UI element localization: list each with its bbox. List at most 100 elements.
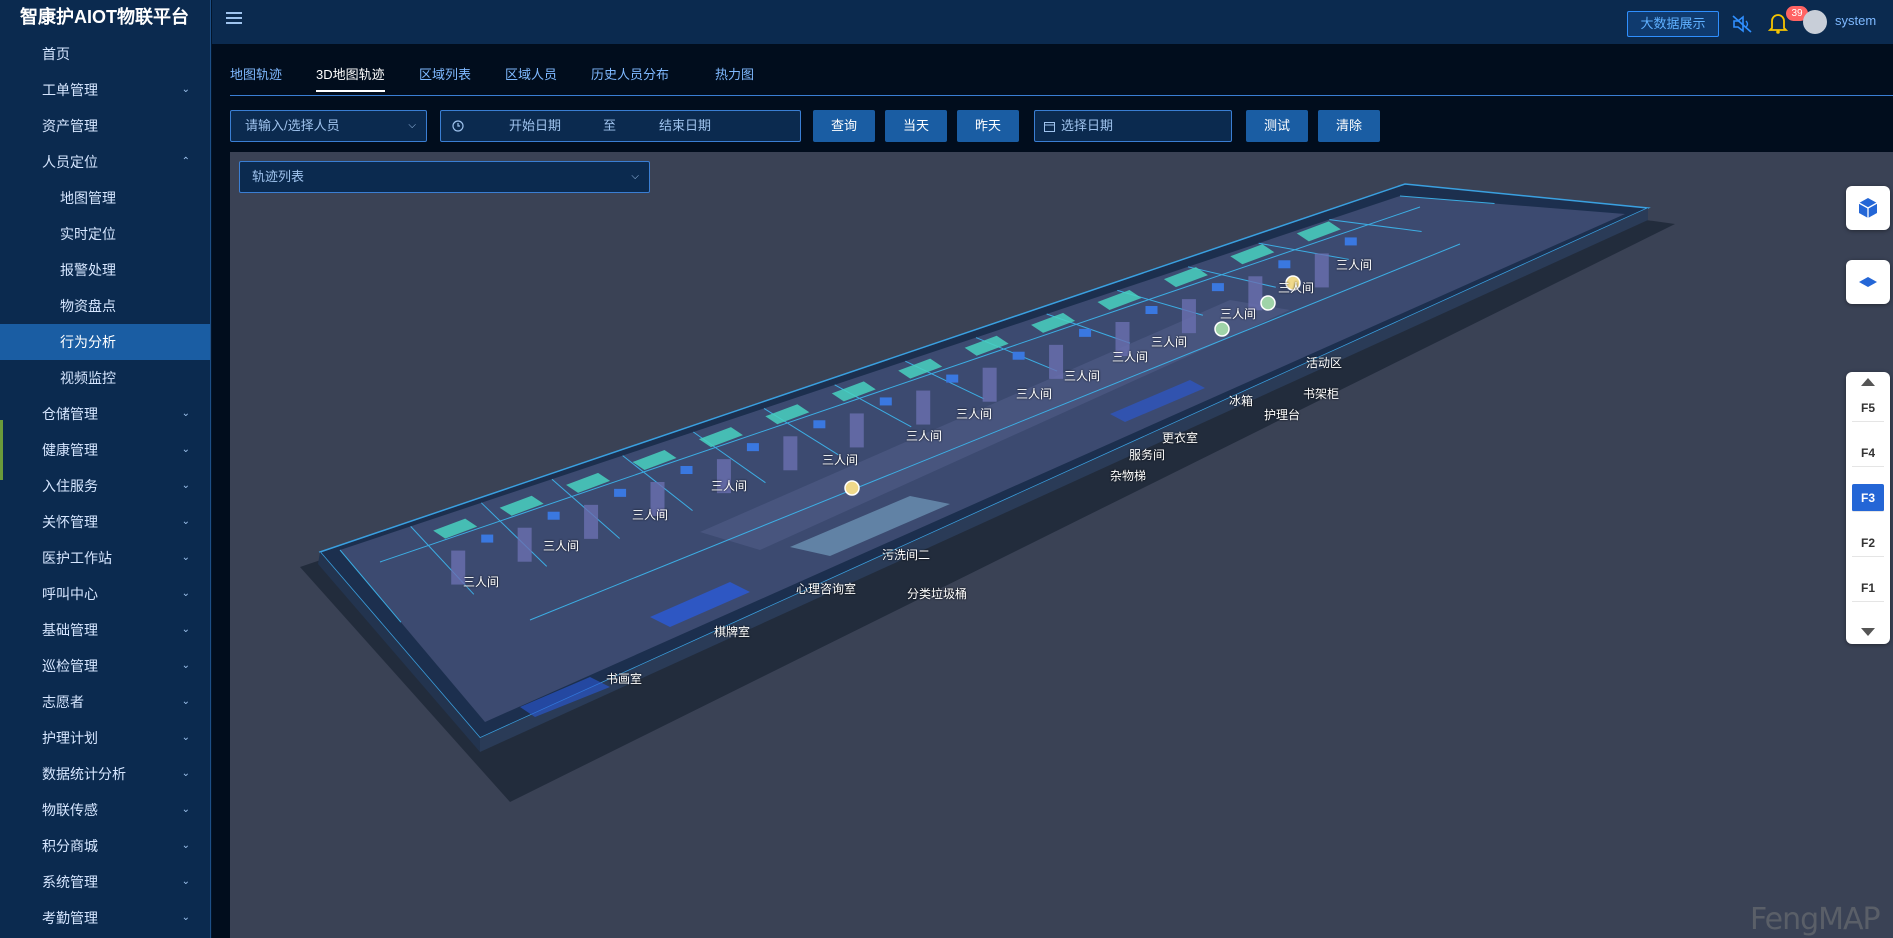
room-label[interactable]: 三人间 bbox=[711, 477, 747, 494]
chevron-down-icon: ⌄ bbox=[181, 480, 190, 491]
room-label[interactable]: 三人间 bbox=[1336, 256, 1372, 273]
test-button[interactable]: 测试 bbox=[1246, 110, 1308, 142]
sidebar-item[interactable]: 积分商城 ⌄ bbox=[0, 828, 210, 864]
sidebar-item[interactable]: 基础管理 ⌄ bbox=[0, 612, 210, 648]
today-button[interactable]: 当天 bbox=[885, 110, 947, 142]
date-range-picker[interactable]: 开始日期 至 结束日期 bbox=[440, 110, 801, 142]
room-label[interactable]: 书画室 bbox=[606, 670, 642, 687]
user-avatar[interactable] bbox=[1803, 10, 1827, 34]
sidebar: 智康护AIOT物联平台 首页工单管理 ⌄ 资产管理 人员定位 ⌃ 地图管理 实时定位 报警处理… bbox=[0, 0, 211, 938]
room-label[interactable]: 服务间 bbox=[1129, 446, 1165, 463]
room-label[interactable]: 护理台 bbox=[1264, 406, 1300, 423]
tab-history-distribution[interactable]: 历史人员分布 bbox=[591, 64, 669, 96]
sidebar-item[interactable]: 人员定位 ⌃ bbox=[0, 144, 210, 180]
map-3d-view[interactable]: 轨迹列表 ⌵ 三人间 三人间 三人间 三人间 三人间 三人间 三人间 三人间 三… bbox=[230, 152, 1893, 938]
chevron-down-icon: ⌄ bbox=[181, 552, 190, 563]
sidebar-item[interactable]: 仓储管理 ⌄ bbox=[0, 396, 210, 432]
floor-up-icon[interactable] bbox=[1861, 378, 1875, 386]
floor-f2[interactable]: F2 bbox=[1852, 529, 1884, 557]
chevron-down-icon: ⌵ bbox=[408, 120, 416, 131]
sidebar-item[interactable]: 视频监控 bbox=[0, 360, 210, 396]
floor-f1[interactable]: F1 bbox=[1852, 574, 1884, 602]
floor-f3[interactable]: F3 bbox=[1852, 484, 1884, 512]
bigdata-display-button[interactable]: 大数据展示 bbox=[1627, 11, 1719, 37]
main-content: 地图轨迹 3D地图轨迹 区域列表 区域人员 历史人员分布 热力图 请输入/选择人… bbox=[212, 44, 1893, 938]
sidebar-item[interactable]: 数据统计分析 ⌄ bbox=[0, 756, 210, 792]
sound-muted-icon[interactable] bbox=[1731, 14, 1753, 34]
sidebar-item-label: 健康管理 bbox=[42, 442, 98, 458]
room-label[interactable]: 三人间 bbox=[1220, 305, 1256, 322]
sidebar-item[interactable]: 考勤管理 ⌄ bbox=[0, 900, 210, 936]
room-label[interactable]: 三人间 bbox=[1278, 279, 1314, 296]
sidebar-item-label: 仓储管理 bbox=[42, 406, 98, 422]
sidebar-item[interactable]: 地图管理 bbox=[0, 180, 210, 216]
sidebar-item[interactable]: 医护工作站 ⌄ bbox=[0, 540, 210, 576]
app-title: 智康护AIOT物联平台 bbox=[20, 7, 189, 27]
track-list-select[interactable]: 轨迹列表 ⌵ bbox=[239, 161, 650, 193]
sidebar-item[interactable]: 护理计划 ⌄ bbox=[0, 720, 210, 756]
room-label[interactable]: 三人间 bbox=[1112, 348, 1148, 365]
tab-map-track[interactable]: 地图轨迹 bbox=[230, 64, 282, 96]
date-picker-placeholder: 选择日期 bbox=[1061, 118, 1114, 133]
room-label[interactable]: 活动区 bbox=[1306, 354, 1342, 371]
chevron-down-icon: ⌵ bbox=[631, 171, 639, 182]
room-label[interactable]: 更衣室 bbox=[1162, 429, 1198, 446]
tab-heatmap[interactable]: 热力图 bbox=[715, 64, 754, 96]
sidebar-item[interactable]: 物联传感 ⌄ bbox=[0, 792, 210, 828]
sidebar-item-label: 物资盘点 bbox=[60, 298, 116, 314]
yesterday-button[interactable]: 昨天 bbox=[957, 110, 1019, 142]
3d-view-button[interactable] bbox=[1846, 186, 1890, 230]
floor-down-icon[interactable] bbox=[1861, 628, 1875, 636]
room-label[interactable]: 棋牌室 bbox=[714, 623, 750, 640]
room-label[interactable]: 三人间 bbox=[956, 405, 992, 422]
room-label[interactable]: 心理咨询室 bbox=[796, 580, 856, 597]
sidebar-item[interactable]: 行为分析 bbox=[0, 324, 210, 360]
room-label[interactable]: 书架柜 bbox=[1303, 385, 1339, 402]
floor-f5[interactable]: F5 bbox=[1852, 394, 1884, 422]
room-label[interactable]: 分类垃圾桶 bbox=[907, 585, 967, 602]
room-label[interactable]: 冰箱 bbox=[1229, 392, 1253, 409]
floor-selector: F5 F4 F3 F2 F1 bbox=[1846, 372, 1890, 644]
room-label[interactable]: 三人间 bbox=[543, 537, 579, 554]
person-select-placeholder: 请输入/选择人员 bbox=[245, 118, 340, 133]
floor-f4[interactable]: F4 bbox=[1852, 439, 1884, 467]
2d-view-button[interactable] bbox=[1846, 260, 1890, 304]
sidebar-item[interactable]: 系统管理 ⌄ bbox=[0, 864, 210, 900]
sidebar-item[interactable]: 呼叫中心 ⌄ bbox=[0, 576, 210, 612]
room-label[interactable]: 三人间 bbox=[1064, 367, 1100, 384]
room-label[interactable]: 三人间 bbox=[1151, 333, 1187, 350]
sidebar-item[interactable]: 巡检管理 ⌄ bbox=[0, 648, 210, 684]
room-label[interactable]: 三人间 bbox=[1016, 385, 1052, 402]
sidebar-item[interactable]: 入住服务 ⌄ bbox=[0, 468, 210, 504]
query-button[interactable]: 查询 bbox=[813, 110, 875, 142]
floor-plan-3d[interactable] bbox=[230, 152, 1893, 938]
tab-3d-map-track[interactable]: 3D地图轨迹 bbox=[316, 64, 385, 96]
sidebar-item-label: 工单管理 bbox=[42, 82, 98, 98]
clear-button[interactable]: 清除 bbox=[1318, 110, 1380, 142]
sidebar-item[interactable]: 实时定位 bbox=[0, 216, 210, 252]
person-select[interactable]: 请输入/选择人员 ⌵ bbox=[230, 110, 427, 142]
room-label[interactable]: 三人间 bbox=[463, 573, 499, 590]
sidebar-item[interactable]: 首页 bbox=[0, 36, 210, 72]
room-label[interactable]: 三人间 bbox=[632, 506, 668, 523]
sidebar-item[interactable]: 资产管理 bbox=[0, 108, 210, 144]
sidebar-item[interactable]: 关怀管理 ⌄ bbox=[0, 504, 210, 540]
notification-bell-icon[interactable] bbox=[1768, 12, 1788, 34]
sidebar-item[interactable]: 志愿者 ⌄ bbox=[0, 684, 210, 720]
room-label[interactable]: 三人间 bbox=[906, 427, 942, 444]
sidebar-item[interactable]: 健康管理 ⌄ bbox=[0, 432, 210, 468]
chevron-down-icon: ⌄ bbox=[181, 408, 190, 419]
layer-icon bbox=[1859, 277, 1877, 287]
date-picker[interactable]: 选择日期 bbox=[1034, 110, 1232, 142]
room-label[interactable]: 杂物梯 bbox=[1110, 467, 1146, 484]
username[interactable]: system bbox=[1835, 13, 1876, 28]
sidebar-item[interactable]: 报警处理 bbox=[0, 252, 210, 288]
tab-area-list[interactable]: 区域列表 bbox=[419, 64, 471, 96]
tab-area-personnel[interactable]: 区域人员 bbox=[505, 64, 557, 96]
room-label[interactable]: 三人间 bbox=[822, 451, 858, 468]
sidebar-item[interactable]: 物资盘点 bbox=[0, 288, 210, 324]
sidebar-item[interactable]: 工单管理 ⌄ bbox=[0, 72, 210, 108]
menu-toggle-icon[interactable] bbox=[226, 12, 242, 26]
room-label[interactable]: 污洗间二 bbox=[882, 546, 930, 563]
chevron-down-icon: ⌄ bbox=[181, 84, 190, 95]
